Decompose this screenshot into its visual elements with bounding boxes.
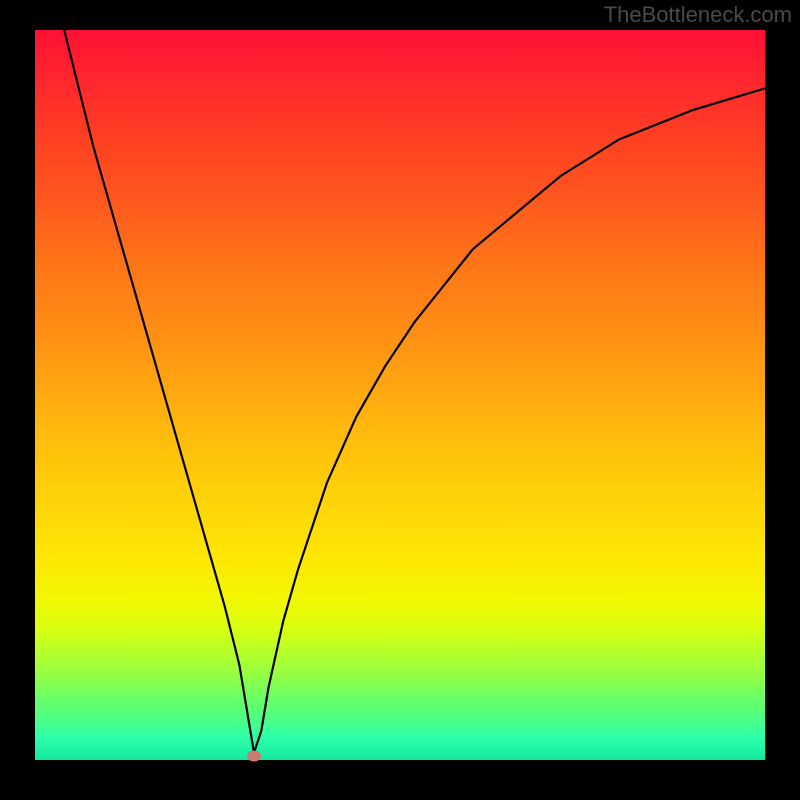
bottleneck-curve xyxy=(35,30,765,760)
watermark-text: TheBottleneck.com xyxy=(604,2,792,28)
chart-plot-area xyxy=(35,30,765,760)
current-config-marker xyxy=(247,751,261,762)
